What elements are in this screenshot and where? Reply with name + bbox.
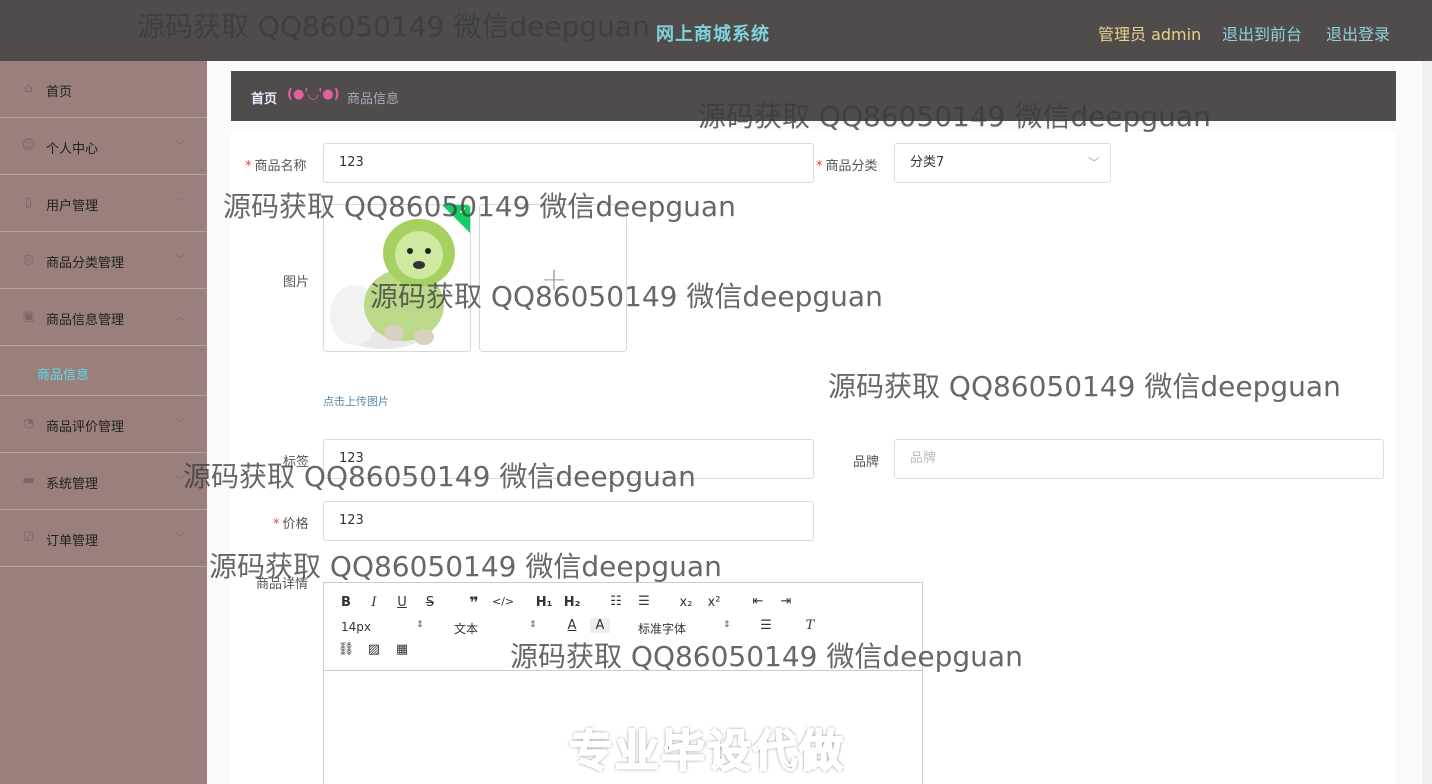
chevron-down-icon: ﹀ bbox=[174, 417, 185, 430]
breadcrumb-home[interactable]: 首页 bbox=[251, 88, 277, 107]
sidebar-item-system-management[interactable]: ▬ 系统管理 ﹀ bbox=[0, 453, 207, 510]
submenu-item-label: 商品信息 bbox=[37, 368, 90, 383]
app-title: 网上商城系统 bbox=[656, 24, 770, 45]
image-icon[interactable]: ▨ bbox=[364, 642, 384, 657]
tag-label: 标签 bbox=[283, 455, 310, 470]
sidebar-item-personal-center[interactable]: ☺ 个人中心 ﹀ bbox=[0, 118, 207, 175]
upload-hint-link[interactable]: 点击上传图片 bbox=[323, 393, 389, 409]
font-family-value: 标准字体 bbox=[638, 622, 687, 636]
breadcrumb: 首页 (●'◡'●) 商品信息 bbox=[231, 71, 1396, 121]
font-size-value: 14px bbox=[341, 620, 371, 634]
detail-label: 商品详情 bbox=[256, 577, 309, 592]
chevron-down-icon: ﹀ bbox=[174, 139, 185, 152]
sidebar-item-order-management[interactable]: ☑ 订单管理 ﹀ bbox=[0, 510, 207, 567]
breadcrumb-separator: (●'◡'●) bbox=[287, 87, 340, 102]
font-family-select[interactable]: 标准字体 ⇕ bbox=[638, 620, 733, 637]
chevron-down-icon: ﹀ bbox=[1087, 156, 1100, 170]
comment-icon: ◔ bbox=[22, 416, 35, 431]
link-icon[interactable]: ⛓ bbox=[336, 642, 356, 657]
exit-to-front-link[interactable]: 退出到前台 bbox=[1222, 21, 1302, 45]
home-icon: ⌂ bbox=[24, 81, 33, 96]
sidebar-item-label: 订单管理 bbox=[46, 534, 99, 549]
font-size-select[interactable]: 14px ⇕ bbox=[341, 620, 424, 634]
user-icon: ☺ bbox=[21, 138, 36, 153]
sidebar-item-label: 商品评价管理 bbox=[46, 420, 125, 435]
goods-name-input[interactable]: 123 bbox=[323, 143, 814, 183]
superscript-button[interactable]: x² bbox=[704, 595, 724, 610]
bullet-list-icon[interactable]: ☰ bbox=[634, 594, 654, 609]
admin-user-label: 管理员 admin bbox=[1098, 25, 1202, 44]
system-icon: ▬ bbox=[22, 473, 35, 488]
text-style-value: 文本 bbox=[454, 622, 479, 636]
editor-toolbar: B I U S ❞ </> H₁ H₂ ☷ ☰ x₂ x² ⇤ ⇥ 14px ⇕… bbox=[324, 583, 922, 671]
updown-icon: ⇕ bbox=[723, 620, 731, 630]
users-icon: ▯ bbox=[24, 195, 33, 210]
uploaded-image-thumb[interactable]: ✓ bbox=[323, 204, 471, 352]
align-icon[interactable]: ☰ bbox=[756, 618, 776, 633]
breadcrumb-current: 商品信息 bbox=[347, 92, 400, 107]
background-color-icon[interactable]: A bbox=[590, 618, 610, 633]
chevron-down-icon: ﹀ bbox=[174, 253, 185, 266]
goods-icon: ▣ bbox=[22, 309, 35, 324]
italic-button[interactable]: I bbox=[364, 595, 384, 610]
blockquote-button[interactable]: ❞ bbox=[464, 593, 484, 612]
updown-icon: ⇕ bbox=[416, 620, 424, 630]
underline-button[interactable]: U bbox=[392, 595, 412, 610]
category-icon: ◎ bbox=[22, 252, 35, 267]
chevron-down-icon: ﹀ bbox=[174, 474, 185, 487]
text-style-select[interactable]: 文本 ⇕ bbox=[454, 620, 539, 637]
editor-content-banner: 专业毕设代做 bbox=[568, 725, 845, 778]
video-icon[interactable]: ▦ bbox=[392, 642, 412, 657]
sidebar-item-goods-management[interactable]: ▣ 商品信息管理 ︿ bbox=[0, 289, 207, 346]
sidebar-item-label: 商品信息管理 bbox=[46, 313, 125, 328]
chevron-down-icon: ﹀ bbox=[174, 531, 185, 544]
submenu-item-goods-info[interactable]: 商品信息 bbox=[0, 346, 207, 396]
code-block-button[interactable]: </> bbox=[492, 595, 514, 608]
sidebar-item-label: 商品分类管理 bbox=[46, 256, 125, 271]
goods-category-label: * 商品分类 bbox=[816, 159, 878, 174]
sidebar: ⌂ 首页 ☺ 个人中心 ﹀ ▯ 用户管理 ﹀ ◎ 商品分类管理 ﹀ ▣ 商品信息… bbox=[0, 61, 207, 784]
category-selected-value: 分类7 bbox=[910, 155, 945, 170]
strike-button[interactable]: S bbox=[420, 595, 440, 610]
sidebar-item-review-management[interactable]: ◔ 商品评价管理 ﹀ bbox=[0, 396, 207, 453]
brand-input[interactable]: 品牌 bbox=[894, 439, 1384, 479]
price-input[interactable]: 123 bbox=[323, 501, 814, 541]
sidebar-item-user-management[interactable]: ▯ 用户管理 ﹀ bbox=[0, 175, 207, 232]
sidebar-item-category-management[interactable]: ◎ 商品分类管理 ﹀ bbox=[0, 232, 207, 289]
outdent-icon[interactable]: ⇤ bbox=[748, 594, 768, 609]
heading1-button[interactable]: H₁ bbox=[534, 595, 554, 610]
sidebar-item-label: 个人中心 bbox=[46, 142, 99, 157]
main-content: 首页 (●'◡'●) 商品信息 * 商品名称 123 * 商品分类 分类7 ﹀ 图片 bbox=[207, 61, 1432, 784]
chevron-down-icon: ﹀ bbox=[174, 196, 185, 209]
brand-label: 品牌 bbox=[853, 455, 880, 470]
upload-image-button[interactable]: + bbox=[479, 204, 627, 352]
updown-icon: ⇕ bbox=[529, 620, 537, 630]
editor-content-area[interactable]: 专业毕设代做 bbox=[324, 671, 922, 784]
order-icon: ☑ bbox=[22, 530, 35, 545]
top-header: 网上商城系统 管理员 admin 退出到前台 退出登录 bbox=[0, 0, 1432, 61]
check-icon: ✓ bbox=[458, 206, 467, 217]
sidebar-item-label: 系统管理 bbox=[46, 477, 99, 492]
page-scrollbar[interactable] bbox=[1422, 61, 1432, 784]
goods-name-label: * 商品名称 bbox=[245, 159, 307, 174]
rich-text-editor: B I U S ❞ </> H₁ H₂ ☷ ☰ x₂ x² ⇤ ⇥ 14px ⇕… bbox=[323, 582, 923, 784]
clear-format-icon[interactable]: T bbox=[800, 618, 820, 633]
sidebar-item-home[interactable]: ⌂ 首页 bbox=[0, 61, 207, 118]
sidebar-item-label: 首页 bbox=[46, 85, 73, 100]
plus-icon: + bbox=[540, 260, 568, 298]
heading2-button[interactable]: H₂ bbox=[562, 595, 582, 610]
tag-input[interactable]: 123 bbox=[323, 439, 814, 479]
image-label: 图片 bbox=[283, 275, 310, 290]
ordered-list-icon[interactable]: ☷ bbox=[606, 594, 626, 609]
chevron-up-icon: ︿ bbox=[174, 310, 185, 323]
subscript-button[interactable]: x₂ bbox=[676, 595, 696, 610]
indent-icon[interactable]: ⇥ bbox=[776, 594, 796, 609]
goods-category-select[interactable]: 分类7 ﹀ bbox=[894, 143, 1111, 183]
price-label: * 价格 bbox=[273, 517, 309, 532]
logout-link[interactable]: 退出登录 bbox=[1326, 21, 1390, 45]
bold-button[interactable]: B bbox=[336, 595, 356, 610]
font-color-icon[interactable]: A bbox=[562, 618, 582, 633]
sidebar-item-label: 用户管理 bbox=[46, 199, 99, 214]
